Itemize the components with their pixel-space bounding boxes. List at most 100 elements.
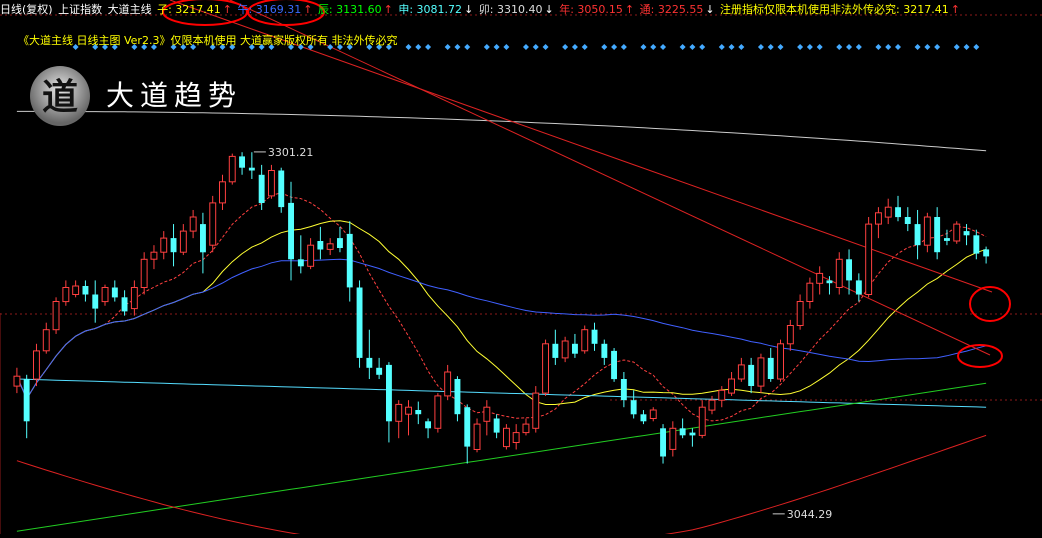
candle-body[interactable] — [415, 410, 422, 415]
candle-body[interactable] — [376, 367, 383, 375]
candle-body[interactable] — [718, 389, 726, 401]
candle-body[interactable] — [620, 379, 627, 401]
candle-body[interactable] — [944, 238, 950, 241]
candle-body[interactable] — [748, 364, 755, 386]
candle-body[interactable] — [846, 259, 852, 281]
candle-body[interactable] — [170, 238, 177, 253]
candle-body[interactable] — [611, 350, 617, 380]
candle-body[interactable] — [904, 217, 911, 224]
candle-body[interactable] — [483, 406, 491, 422]
candle-body[interactable] — [728, 378, 735, 394]
candle-body[interactable] — [228, 155, 236, 183]
candle-body[interactable] — [395, 403, 403, 422]
candle-body[interactable] — [532, 392, 540, 429]
candle-body[interactable] — [297, 259, 304, 267]
candle-body[interactable] — [777, 343, 784, 380]
candle-body[interactable] — [855, 280, 862, 295]
candle-body[interactable] — [503, 427, 510, 448]
candle-body[interactable] — [278, 170, 285, 208]
candle-body[interactable] — [826, 280, 833, 284]
candle-body[interactable] — [767, 357, 774, 379]
candle-body[interactable] — [150, 251, 158, 260]
candle-body[interactable] — [52, 301, 60, 331]
candle-body[interactable] — [875, 212, 882, 225]
candle-body[interactable] — [708, 399, 716, 411]
candle-body[interactable] — [512, 432, 520, 444]
candle-body[interactable] — [454, 379, 461, 415]
candle-body[interactable] — [140, 258, 148, 288]
candle-body[interactable] — [288, 202, 294, 260]
candle-body[interactable] — [660, 428, 666, 457]
candle-body[interactable] — [317, 241, 324, 250]
candle-body[interactable] — [914, 224, 921, 246]
candle-body[interactable] — [356, 287, 363, 358]
candle-body[interactable] — [434, 395, 442, 429]
candle-body[interactable] — [366, 357, 373, 368]
candle-body[interactable] — [552, 343, 559, 358]
candle-body[interactable] — [200, 224, 206, 253]
candle-body[interactable] — [561, 340, 569, 359]
candle-body[interactable] — [835, 258, 843, 288]
candle-body[interactable] — [121, 297, 128, 312]
candle-body[interactable] — [386, 364, 392, 422]
candle-body[interactable] — [895, 207, 901, 218]
candle-body[interactable] — [953, 223, 961, 242]
candle-body[interactable] — [258, 174, 265, 203]
candle-body[interactable] — [473, 423, 481, 451]
candle-body[interactable] — [13, 375, 21, 387]
candle-body[interactable] — [983, 249, 990, 257]
candle-body[interactable] — [630, 400, 637, 415]
candle-body[interactable] — [796, 301, 804, 326]
candle-body[interactable] — [33, 350, 40, 380]
candle-body[interactable] — [425, 421, 431, 429]
candle-body[interactable] — [816, 272, 824, 284]
candle-body[interactable] — [542, 343, 549, 394]
candle-body[interactable] — [307, 244, 315, 267]
candle-body[interactable] — [649, 409, 657, 419]
candle-body[interactable] — [326, 243, 334, 250]
candle-body[interactable] — [591, 329, 598, 344]
candle-body[interactable] — [72, 285, 80, 295]
candle-body[interactable] — [405, 406, 413, 415]
candle-body[interactable] — [160, 237, 168, 253]
candle-body[interactable] — [101, 287, 109, 303]
candle-body[interactable] — [42, 329, 50, 352]
candle-body[interactable] — [111, 287, 118, 298]
candle-body[interactable] — [737, 364, 745, 380]
candle-body[interactable] — [572, 343, 578, 354]
candle-body[interactable] — [522, 423, 530, 434]
candle-body[interactable] — [865, 223, 873, 296]
candle-body[interactable] — [757, 357, 765, 387]
candle-body[interactable] — [689, 432, 696, 436]
candle-body[interactable] — [444, 371, 452, 397]
candle-body[interactable] — [973, 235, 980, 254]
candle-body[interactable] — [786, 325, 794, 345]
candle-body[interactable] — [62, 287, 70, 303]
candle-body[interactable] — [923, 216, 931, 246]
candle-body[interactable] — [669, 427, 677, 450]
candle-body[interactable] — [601, 343, 608, 358]
candle-body[interactable] — [268, 170, 275, 197]
candle-body[interactable] — [179, 230, 187, 253]
candle-body[interactable] — [346, 233, 353, 288]
candle-body[interactable] — [698, 406, 706, 436]
candle-body[interactable] — [130, 287, 138, 310]
candle-body[interactable] — [806, 282, 814, 303]
candle-body[interactable] — [679, 428, 686, 436]
candle-body[interactable] — [189, 216, 197, 232]
candle-body[interactable] — [239, 156, 245, 168]
candle-body[interactable] — [581, 329, 589, 352]
candle-body[interactable] — [92, 294, 99, 309]
candle-body[interactable] — [23, 379, 30, 422]
candle-body[interactable] — [640, 414, 647, 422]
candle-body[interactable] — [493, 418, 500, 433]
candle-body[interactable] — [963, 231, 970, 236]
candle-body[interactable] — [248, 167, 255, 171]
candle-body[interactable] — [884, 206, 892, 218]
candle-body[interactable] — [209, 202, 217, 246]
candle-body[interactable] — [82, 286, 89, 295]
candle-body[interactable] — [337, 238, 343, 248]
candle-body[interactable] — [934, 217, 941, 253]
candle-body[interactable] — [464, 407, 471, 447]
candle-body[interactable] — [219, 181, 226, 204]
